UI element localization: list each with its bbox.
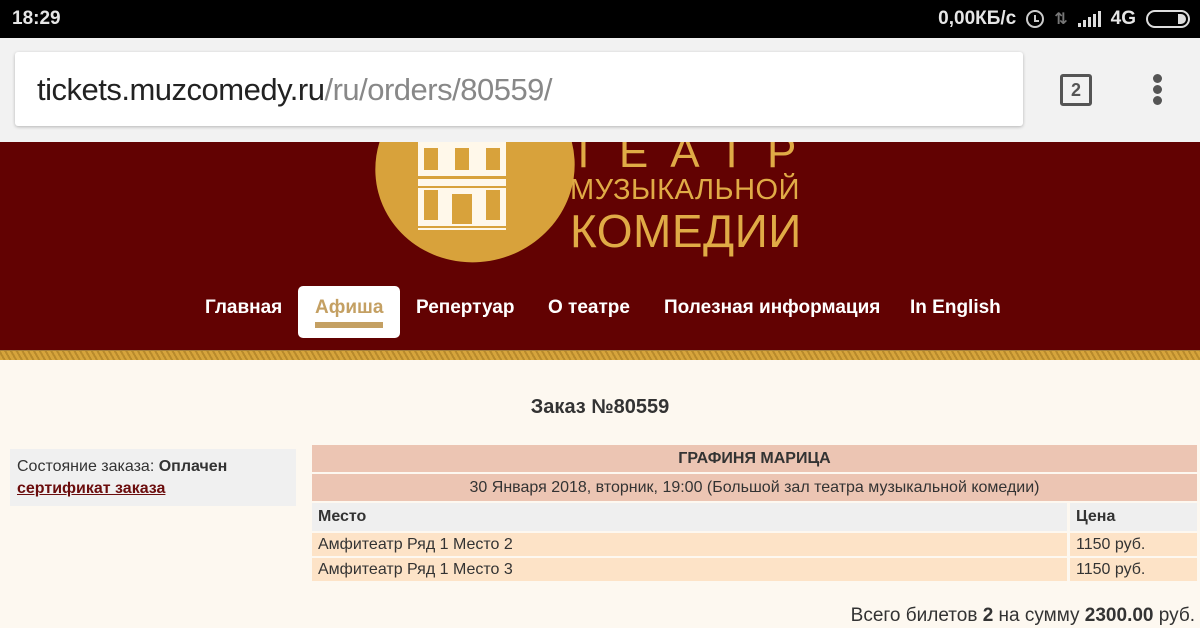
address-bar[interactable]: tickets.muzcomedy.ru/ru/orders/80559/	[15, 52, 1023, 126]
url-text[interactable]: tickets.muzcomedy.ru/ru/orders/80559/	[37, 72, 553, 108]
network-speed: 0,00КБ/с	[938, 8, 1017, 29]
clock: 18:29	[12, 8, 61, 29]
nav-item-repertoire[interactable]: Репертуар	[416, 286, 514, 338]
show-title-row: ГРАФИНЯ МАРИЦА	[312, 445, 1197, 472]
show-title: ГРАФИНЯ МАРИЦА	[312, 445, 1197, 472]
url-host: tickets.muzcomedy.ru	[37, 72, 325, 107]
total-currency: руб.	[1158, 605, 1195, 626]
nav-item-english[interactable]: In English	[910, 286, 1001, 338]
column-header-place: Место	[312, 503, 1067, 531]
url-path: /ru/orders/80559/	[324, 72, 553, 107]
order-total: Всего билетов 2 на сумму 2300.00 руб.	[851, 605, 1195, 627]
nav-item-about[interactable]: О театре	[548, 286, 630, 338]
order-status: Состояние заказа: Оплачен	[17, 456, 289, 478]
site-header: ТЕАТР МУЗЫКАЛЬНОЙ КОМЕДИИ Главная Афиша …	[0, 142, 1200, 350]
show-date-row: 30 Января 2018, вторник, 19:00 (Большой …	[312, 474, 1197, 501]
order-status-label: Состояние заказа:	[17, 458, 155, 475]
network-type: 4G	[1110, 8, 1136, 29]
tab-switcher-button[interactable]: 2	[1060, 74, 1092, 106]
page-title: Заказ №80559	[530, 396, 670, 418]
data-arrows-icon: ⇅	[1054, 11, 1068, 28]
table-row: Амфитеатр Ряд 1 Место 3 1150 руб.	[312, 558, 1197, 581]
order-status-value: Оплачен	[158, 458, 228, 475]
logo-text-teatr: ТЕАТР	[570, 142, 819, 177]
alarm-icon	[1026, 10, 1045, 28]
total-prefix: Всего билетов	[850, 605, 978, 626]
nav-item-useful-info[interactable]: Полезная информация	[664, 286, 880, 338]
column-header-price: Цена	[1067, 503, 1197, 531]
table-row: Амфитеатр Ряд 1 Место 2 1150 руб.	[312, 533, 1197, 556]
table-header: Место Цена	[312, 503, 1197, 531]
logo-text-muzykalnoy: МУЗЫКАЛЬНОЙ	[570, 174, 800, 206]
certificate-link[interactable]: сертификат заказа	[17, 480, 165, 497]
total-sum: 2300.00	[1084, 605, 1154, 626]
total-ticket-count: 2	[982, 605, 994, 626]
theatre-building-icon	[418, 142, 506, 230]
more-vertical-icon[interactable]	[1150, 74, 1164, 108]
battery-icon	[1146, 10, 1190, 28]
order-status-box: Состояние заказа: Оплачен сертификат зак…	[10, 449, 296, 506]
show-datetime: 30 Января 2018, вторник, 19:00 (Большой …	[312, 474, 1197, 501]
order-table: ГРАФИНЯ МАРИЦА 30 Января 2018, вторник, …	[312, 443, 1197, 583]
seat-price: 1150 руб.	[1067, 533, 1197, 556]
nav-item-afisha[interactable]: Афиша	[298, 286, 401, 338]
browser-toolbar: tickets.muzcomedy.ru/ru/orders/80559/ 2	[0, 38, 1200, 142]
nav-item-home[interactable]: Главная	[205, 286, 282, 338]
seat-price: 1150 руб.	[1067, 558, 1197, 581]
seat-place: Амфитеатр Ряд 1 Место 2	[312, 533, 1067, 556]
status-bar: 18:29 0,00КБ/с ⇅ 4G	[0, 0, 1200, 38]
status-icons: 0,00КБ/с ⇅ 4G	[938, 8, 1190, 30]
total-middle: на сумму	[998, 605, 1080, 626]
signal-icon	[1077, 11, 1101, 27]
seat-place: Амфитеатр Ряд 1 Место 3	[312, 558, 1067, 581]
decorative-rope-divider	[0, 350, 1200, 360]
main-nav: Главная Афиша Репертуар О театре Полезна…	[0, 286, 1200, 338]
logo-text-komedii: КОМЕДИИ	[570, 205, 802, 257]
